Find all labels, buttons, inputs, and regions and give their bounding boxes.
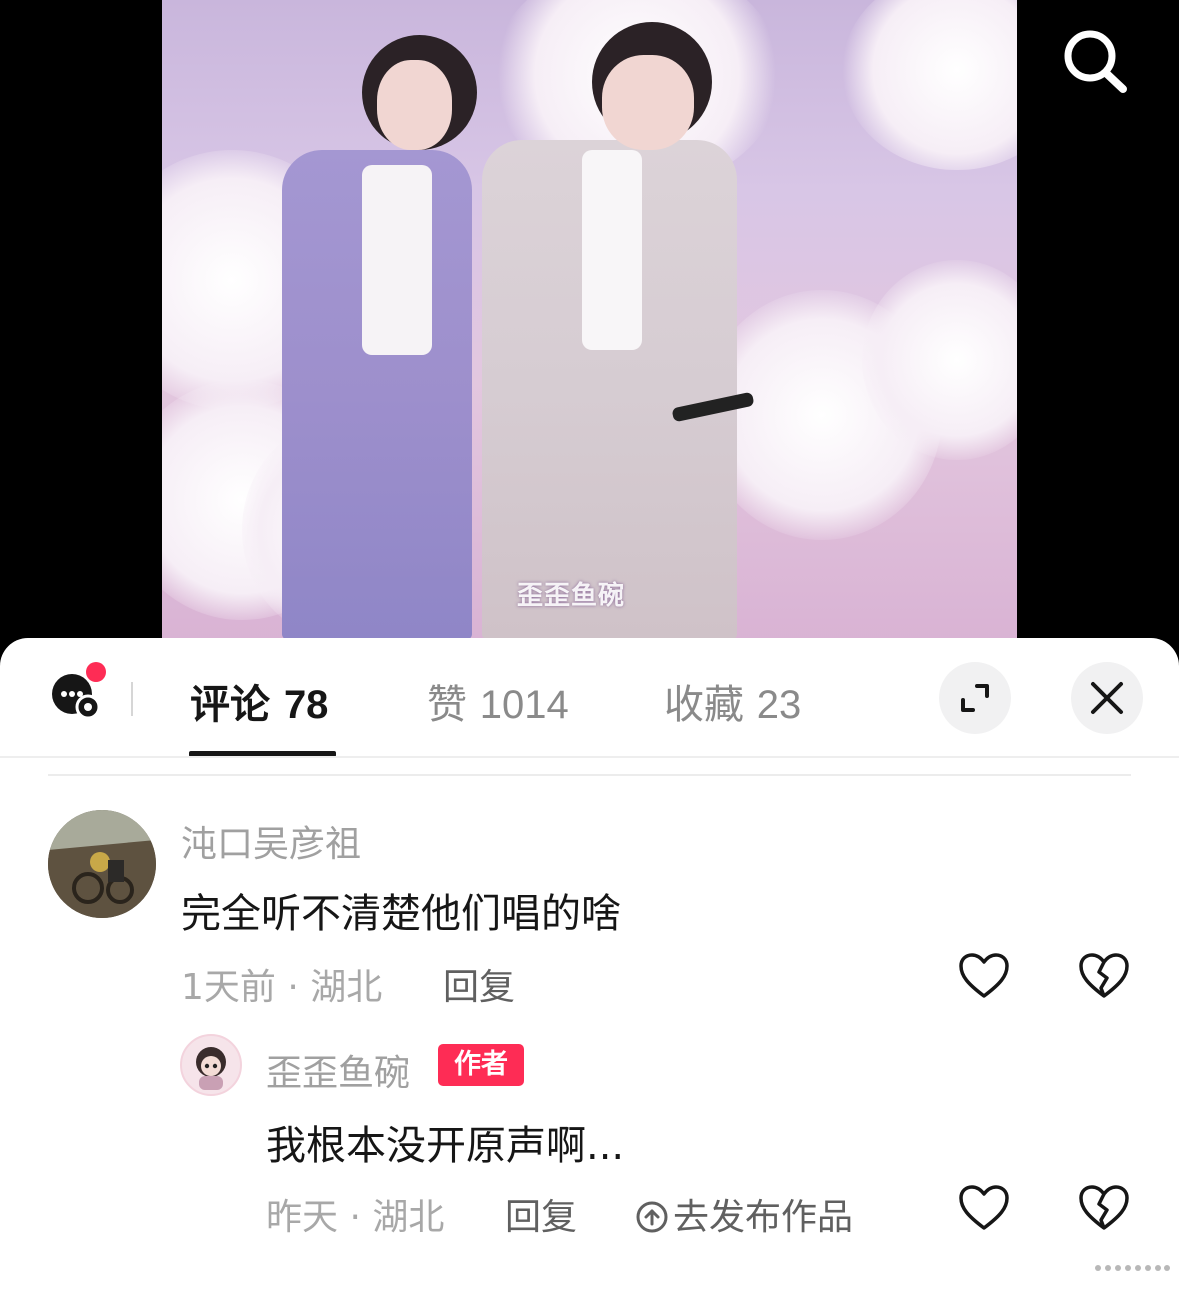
avatar-image [48,810,156,918]
tab-comments-label: 评论 [190,682,270,728]
tab-favorites[interactable]: 收藏 23 [664,672,801,730]
like-button[interactable] [958,952,1010,1000]
tab-likes-count: 1014 [479,683,569,727]
video-watermark: 歪歪鱼碗 [517,581,626,611]
avatar-image [196,1047,226,1090]
publish-work-label: 去发布作品 [673,1197,854,1238]
shirt [362,165,432,355]
publish-work-button[interactable]: 去发布作品 [635,1188,853,1240]
comment-username[interactable]: 沌口吴彦祖 [181,815,361,867]
stage-flower [842,0,1017,170]
broken-heart-icon [1079,1185,1129,1230]
close-button[interactable] [1071,662,1143,734]
more-dots-icon [1092,1260,1172,1276]
avatar[interactable] [180,1034,242,1096]
avatar[interactable] [48,810,156,918]
comment-text[interactable]: 完全听不清楚他们唱的啥 [181,881,621,939]
heart-icon [959,953,1009,998]
reply-text[interactable]: 我根本没开原声啊... [266,1113,624,1171]
divider [131,682,133,716]
performer-right-face [602,55,694,150]
list-divider [48,774,1131,776]
tab-likes-label: 赞 [427,682,467,728]
comment-meta: 1天前 · 湖北 [181,967,383,1008]
search-button[interactable] [1060,28,1130,94]
like-button[interactable] [958,1184,1010,1232]
reply-button[interactable]: 回复 [505,1188,577,1240]
search-icon [1064,30,1127,93]
reply-meta: 昨天 · 湖北 [266,1197,445,1238]
reply-username[interactable]: 歪歪鱼碗 [266,1044,410,1096]
tab-comments-count: 78 [283,683,329,727]
comment-tabs: 评论 78 赞 1014 收藏 23 [0,638,1179,758]
video-player[interactable]: 歪歪鱼碗 [0,0,1179,660]
heart-icon [959,1185,1009,1230]
author-badge: 作者 [438,1044,524,1086]
upload-icon [635,1200,669,1234]
shirt [582,150,642,350]
tab-favorites-count: 23 [756,683,802,727]
expand-button[interactable] [939,662,1011,734]
reply-button[interactable]: 回复 [443,958,515,1010]
tabs-divider [0,756,1179,758]
dislike-button[interactable] [1078,952,1130,1000]
notification-dot [86,662,106,682]
expand-icon [961,684,989,712]
tab-favorites-label: 收藏 [664,682,744,728]
video-frame[interactable]: 歪歪鱼碗 [162,0,1017,640]
performer-left-face [377,60,452,150]
dislike-button[interactable] [1078,1184,1130,1232]
tab-comments[interactable]: 评论 78 [190,672,328,730]
comments-sheet: 评论 78 赞 1014 收藏 23 沌口吴彦祖 完全听不清楚他们唱的啥 1天前… [0,638,1179,1289]
tab-likes[interactable]: 赞 1014 [427,672,569,730]
close-icon [1091,682,1123,714]
broken-heart-icon [1079,953,1129,998]
